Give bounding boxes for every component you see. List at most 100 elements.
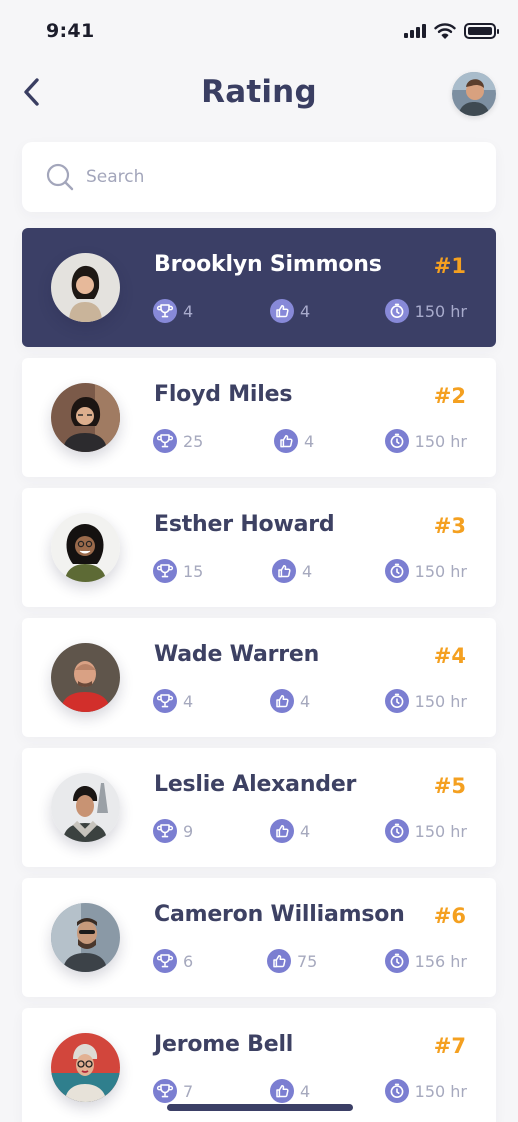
time-stat: 156 hr: [384, 949, 467, 973]
thumbs-up-icon: [270, 819, 294, 843]
battery-icon: [464, 23, 499, 39]
trophy-stat: 15: [153, 559, 203, 583]
rating-card[interactable]: Cameron Williamson #6 6 75 156 hr: [22, 878, 496, 997]
user-name: Jerome Bell: [154, 1032, 294, 1057]
trophy-stat: 7: [153, 1079, 193, 1103]
like-stat: 4: [270, 689, 310, 713]
time-stat: 150 hr: [384, 689, 467, 713]
user-name: Brooklyn Simmons: [154, 252, 382, 277]
time-stat: 150 hr: [384, 299, 467, 323]
avatar: [51, 643, 120, 712]
like-count: 4: [300, 691, 311, 711]
like-stat: 4: [272, 559, 312, 583]
trophy-count: 4: [183, 691, 194, 711]
trophy-stat: 25: [153, 429, 203, 453]
trophy-count: 7: [183, 1081, 194, 1101]
user-name: Cameron Williamson: [154, 902, 405, 927]
hours-value: 150 hr: [414, 561, 467, 581]
user-stats: 15 4 150 hr: [153, 559, 467, 583]
time-stat: 150 hr: [384, 559, 467, 583]
user-stats: 4 4 150 hr: [153, 299, 467, 323]
rating-list: Brooklyn Simmons #1 4 4 150 hr Floyd Mil…: [22, 228, 496, 1122]
rank-badge: #2: [433, 384, 466, 408]
status-bar: 9:41: [0, 0, 518, 62]
thumbs-up-icon: [267, 949, 291, 973]
thumbs-up-icon: [270, 299, 294, 323]
rank-badge: #1: [433, 254, 466, 278]
profile-avatar[interactable]: [452, 72, 496, 116]
user-stats: 7 4 150 hr: [153, 1079, 467, 1103]
user-name: Leslie Alexander: [154, 772, 357, 797]
rating-screen: 9:41 Rating Search Brooklyn Simmons #1 4…: [0, 0, 518, 1122]
time-stat: 150 hr: [384, 819, 467, 843]
like-stat: 4: [274, 429, 314, 453]
avatar: [51, 253, 120, 322]
time-stat: 150 hr: [384, 1079, 467, 1103]
page-title: Rating: [201, 74, 317, 110]
clock-icon: [384, 1079, 409, 1103]
trophy-count: 9: [183, 821, 194, 841]
rank-badge: #7: [433, 1034, 466, 1058]
hours-value: 150 hr: [414, 1081, 467, 1101]
like-count: 4: [300, 1081, 311, 1101]
like-stat: 4: [270, 299, 310, 323]
avatar: [51, 1033, 120, 1102]
home-indicator[interactable]: [167, 1104, 353, 1111]
thumbs-up-icon: [272, 559, 296, 583]
user-stats: 4 4 150 hr: [153, 689, 467, 713]
avatar: [51, 513, 120, 582]
trophy-count: 15: [183, 561, 204, 581]
search-icon: [46, 163, 74, 191]
user-name: Floyd Miles: [154, 382, 293, 407]
trophy-stat: 6: [153, 949, 193, 973]
clock-icon: [384, 559, 409, 583]
user-name: Esther Howard: [154, 512, 335, 537]
signal-icon: [404, 24, 426, 38]
avatar: [51, 773, 120, 842]
clock-icon: [384, 819, 409, 843]
rating-card[interactable]: Esther Howard #3 15 4 150 hr: [22, 488, 496, 607]
thumbs-up-icon: [270, 689, 294, 713]
avatar: [51, 903, 120, 972]
trophy-stat: 9: [153, 819, 193, 843]
rating-card[interactable]: Leslie Alexander #5 9 4 150 hr: [22, 748, 496, 867]
hours-value: 156 hr: [414, 951, 467, 971]
trophy-stat: 4: [153, 299, 193, 323]
rank-badge: #5: [433, 774, 466, 798]
wifi-icon: [434, 23, 456, 39]
rank-badge: #3: [433, 514, 466, 538]
user-stats: 9 4 150 hr: [153, 819, 467, 843]
trophy-stat: 4: [153, 689, 193, 713]
avatar: [51, 383, 120, 452]
search-bar[interactable]: [22, 142, 496, 212]
hours-value: 150 hr: [414, 301, 467, 321]
trophy-count: 25: [183, 431, 204, 451]
like-stat: 75: [267, 949, 317, 973]
user-stats: 25 4 150 hr: [153, 429, 467, 453]
rating-card[interactable]: Brooklyn Simmons #1 4 4 150 hr: [22, 228, 496, 347]
header: Rating: [0, 62, 518, 126]
hours-value: 150 hr: [414, 691, 467, 711]
clock-icon: [384, 689, 409, 713]
like-count: 75: [297, 951, 318, 971]
trophy-icon: [153, 689, 177, 713]
search-input[interactable]: [86, 167, 446, 187]
rating-card[interactable]: Floyd Miles #2 25 4 150 hr: [22, 358, 496, 477]
like-count: 4: [300, 821, 311, 841]
clock-icon: [384, 429, 409, 453]
thumbs-up-icon: [274, 429, 298, 453]
trophy-icon: [153, 559, 177, 583]
hours-value: 150 hr: [414, 431, 467, 451]
thumbs-up-icon: [270, 1079, 294, 1103]
like-count: 4: [300, 301, 311, 321]
like-stat: 4: [270, 819, 310, 843]
trophy-icon: [153, 1079, 177, 1103]
like-count: 4: [302, 561, 313, 581]
rating-card[interactable]: Wade Warren #4 4 4 150 hr: [22, 618, 496, 737]
hours-value: 150 hr: [414, 821, 467, 841]
like-stat: 4: [270, 1079, 310, 1103]
trophy-icon: [153, 949, 177, 973]
trophy-icon: [153, 299, 177, 323]
time-stat: 150 hr: [384, 429, 467, 453]
rank-badge: #6: [433, 904, 466, 928]
